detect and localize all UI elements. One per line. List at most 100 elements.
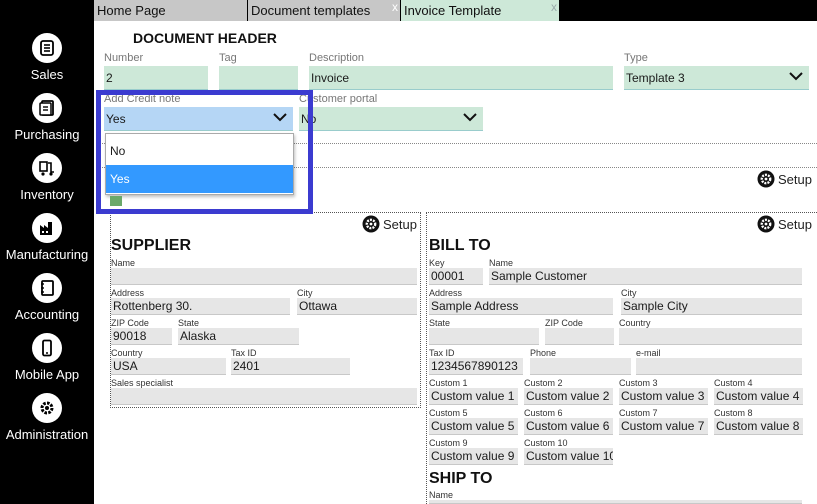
nav-label: Accounting bbox=[14, 307, 80, 322]
custom-field[interactable]: Custom value 5 bbox=[429, 418, 518, 435]
supplier-city-label: City bbox=[297, 288, 313, 298]
nav-administration[interactable]: Administration bbox=[0, 393, 94, 442]
custom-field[interactable]: Custom value 7 bbox=[619, 418, 708, 435]
bill-to-address-label: Address bbox=[429, 288, 463, 298]
setup-label: Setup bbox=[383, 216, 417, 232]
bill-to-country-field[interactable] bbox=[619, 328, 802, 345]
supplier-name-label: Name bbox=[111, 258, 136, 268]
bill-to-tax-id-label: Tax ID bbox=[429, 348, 455, 358]
customer-portal-select[interactable]: No bbox=[299, 107, 483, 131]
chevron-down-icon bbox=[789, 72, 803, 81]
supplier-country-field[interactable]: USA bbox=[111, 358, 226, 375]
bill-to-state-field[interactable] bbox=[429, 328, 539, 345]
custom-label: Custom 4 bbox=[714, 378, 753, 388]
close-icon[interactable]: x bbox=[392, 0, 398, 18]
bill-to-state-label: State bbox=[429, 318, 451, 328]
setup-button[interactable]: Setup bbox=[757, 170, 812, 188]
custom-label: Custom 10 bbox=[524, 438, 568, 448]
bill-to-address-field[interactable]: Sample Address bbox=[429, 298, 613, 315]
type-select[interactable]: Template 3 bbox=[624, 66, 809, 90]
custom-label: Custom 7 bbox=[619, 408, 658, 418]
supplier-name-field[interactable] bbox=[111, 268, 417, 285]
custom-label: Custom 3 bbox=[619, 378, 658, 388]
nav-label: Administration bbox=[5, 427, 89, 442]
supplier-zip-label: ZIP Code bbox=[111, 318, 149, 328]
nav-sales[interactable]: Sales bbox=[0, 33, 94, 82]
nav-label: Sales bbox=[30, 67, 64, 82]
tab-label: Invoice Template bbox=[404, 3, 502, 18]
ship-to-name-field[interactable] bbox=[429, 500, 802, 504]
inventory-icon bbox=[32, 153, 62, 183]
highlight-annotation-box bbox=[96, 90, 313, 214]
ship-to-title: SHIP TO bbox=[429, 470, 493, 487]
bill-to-name-label: Name bbox=[489, 258, 514, 268]
description-label: Description bbox=[309, 52, 365, 64]
bill-to-name-field[interactable]: Sample Customer bbox=[489, 268, 802, 285]
gear-icon bbox=[757, 170, 775, 188]
bill-to-email-field[interactable] bbox=[636, 358, 802, 375]
custom-field[interactable]: Custom value 2 bbox=[524, 388, 613, 405]
supplier-state-field[interactable]: Alaska bbox=[178, 328, 299, 345]
tab-label: Home Page bbox=[97, 3, 166, 18]
bill-to-key-label: Key bbox=[429, 258, 445, 268]
administration-icon bbox=[32, 393, 62, 423]
custom-label: Custom 1 bbox=[429, 378, 468, 388]
purchasing-icon bbox=[32, 93, 62, 123]
tab-bar: Home Page Document templates x Invoice T… bbox=[94, 0, 817, 21]
left-nav-sidebar: Sales Purchasing Inventory Manufacturing… bbox=[0, 0, 94, 504]
tag-field[interactable] bbox=[219, 66, 298, 90]
custom-field[interactable]: Custom value 6 bbox=[524, 418, 613, 435]
nav-manufacturing[interactable]: Manufacturing bbox=[0, 213, 94, 262]
sales-specialist-field[interactable] bbox=[111, 388, 417, 405]
supplier-zip-field[interactable]: 90018 bbox=[111, 328, 172, 345]
bill-to-phone-field[interactable] bbox=[530, 358, 631, 375]
nav-label: Purchasing bbox=[14, 127, 80, 142]
custom-label: Custom 2 bbox=[524, 378, 563, 388]
bill-to-setup-button[interactable]: Setup bbox=[757, 215, 812, 233]
bill-to-zip-field[interactable] bbox=[545, 328, 614, 345]
custom-field[interactable]: Custom value 3 bbox=[619, 388, 708, 405]
nav-inventory[interactable]: Inventory bbox=[0, 153, 94, 202]
document-header-title: DOCUMENT HEADER bbox=[133, 30, 277, 46]
type-label: Type bbox=[624, 52, 648, 64]
ship-to-name-label: Name bbox=[429, 490, 454, 500]
bill-to-phone-label: Phone bbox=[530, 348, 557, 358]
setup-label: Setup bbox=[778, 216, 812, 232]
custom-field[interactable]: Custom value 4 bbox=[714, 388, 803, 405]
bill-to-key-field[interactable]: 00001 bbox=[429, 268, 483, 285]
custom-field[interactable]: Custom value 9 bbox=[429, 448, 518, 465]
supplier-tax-id-field[interactable]: 2401 bbox=[231, 358, 350, 375]
custom-field[interactable]: Custom value 8 bbox=[714, 418, 803, 435]
supplier-setup-button[interactable]: Setup bbox=[362, 215, 417, 233]
custom-label: Custom 9 bbox=[429, 438, 468, 448]
type-value: Template 3 bbox=[626, 71, 685, 85]
nav-label: Manufacturing bbox=[5, 247, 89, 262]
description-field[interactable]: Invoice bbox=[309, 66, 613, 90]
custom-field[interactable]: Custom value 1 bbox=[429, 388, 518, 405]
bill-to-email-label: e-mail bbox=[636, 348, 661, 358]
number-label: Number bbox=[104, 52, 144, 64]
supplier-address-field[interactable]: Rottenberg 30. bbox=[111, 298, 290, 315]
close-icon[interactable]: x bbox=[551, 0, 557, 18]
custom-field[interactable]: Custom value 10 bbox=[524, 448, 613, 465]
bill-to-city-field[interactable]: Sample City bbox=[621, 298, 802, 315]
number-field[interactable]: 2 bbox=[104, 66, 208, 90]
custom-label: Custom 6 bbox=[524, 408, 563, 418]
accounting-icon bbox=[32, 273, 62, 303]
bill-to-title: BILL TO bbox=[429, 237, 491, 254]
nav-accounting[interactable]: Accounting bbox=[0, 273, 94, 322]
tab-home-page[interactable]: Home Page bbox=[94, 0, 247, 21]
gear-icon bbox=[757, 215, 775, 233]
tab-invoice-template[interactable]: Invoice Template x bbox=[401, 0, 559, 21]
bill-to-city-label: City bbox=[621, 288, 637, 298]
sales-icon bbox=[32, 33, 62, 63]
supplier-city-field[interactable]: Ottawa bbox=[297, 298, 417, 315]
bill-to-tax-id-field[interactable]: 1234567890123 bbox=[429, 358, 523, 375]
tab-document-templates[interactable]: Document templates x bbox=[248, 0, 400, 21]
nav-purchasing[interactable]: Purchasing bbox=[0, 93, 94, 142]
tab-label: Document templates bbox=[251, 3, 371, 18]
custom-label: Custom 8 bbox=[714, 408, 753, 418]
sales-specialist-label: Sales specialist bbox=[111, 378, 174, 388]
supplier-address-label: Address bbox=[111, 288, 145, 298]
nav-mobile-app[interactable]: Mobile App bbox=[0, 333, 94, 382]
